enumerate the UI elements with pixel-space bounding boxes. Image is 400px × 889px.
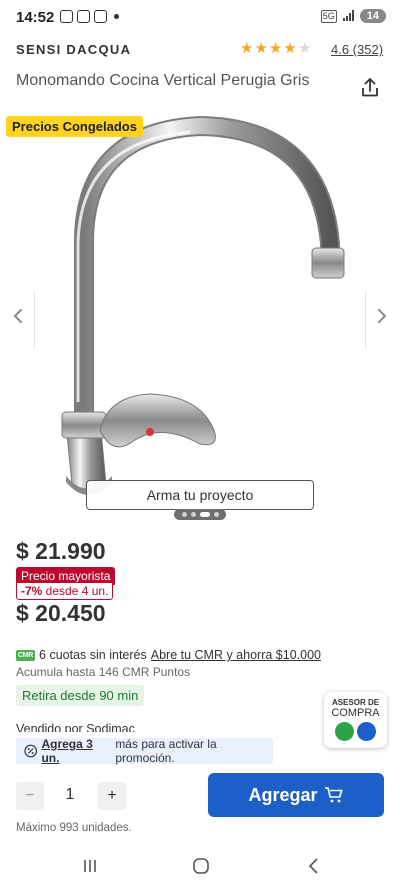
discount-icon (24, 744, 38, 758)
build-project-button[interactable]: Arma tu proyecto (86, 480, 314, 510)
battery-icon: 14 (359, 9, 386, 23)
recent-apps-icon[interactable] (80, 856, 100, 876)
system-nav-bar (0, 846, 400, 889)
quantity-decrease-button[interactable]: − (16, 782, 44, 810)
carousel-dot[interactable] (190, 512, 196, 517)
more-notifications-icon (114, 14, 119, 19)
quantity-increase-button[interactable]: + (98, 782, 126, 810)
cmr-logo: CMR (16, 649, 36, 661)
notification-alert-icon (94, 10, 107, 23)
star-filled-icon: ★ (283, 40, 297, 57)
cart-icon (324, 787, 343, 803)
chevron-right-icon[interactable] (370, 302, 394, 330)
star-filled-icon: ★ (268, 40, 283, 57)
star-empty-icon: ★ (297, 40, 312, 57)
add-to-cart-button[interactable]: Agregar (208, 773, 384, 817)
cmr-installments-text: 6 cuotas sin interés (39, 648, 147, 662)
home-icon[interactable] (191, 856, 211, 876)
star-filled-icon: ★ (240, 40, 254, 57)
wholesale-price: $ 20.450 (16, 600, 106, 626)
promotion-banner: Agrega 3 un. más para activar la promoci… (16, 737, 273, 765)
quantity-value[interactable]: 1 (60, 786, 80, 804)
share-icon[interactable] (358, 76, 382, 100)
carousel-dot[interactable] (181, 512, 187, 517)
carousel-dot[interactable] (213, 512, 219, 517)
divider (34, 290, 35, 350)
rating-count-link[interactable]: 4.6 (352) (331, 42, 383, 57)
promotion-add-link[interactable]: Agrega 3 un. (41, 737, 111, 765)
back-icon[interactable] (304, 856, 324, 876)
status-right: 5G 14 (320, 9, 386, 23)
advisor-label-2: COMPRA (331, 707, 380, 719)
product-title: Monomando Cocina Vertical Perugia Gris (16, 72, 310, 89)
hot-indicator (146, 428, 154, 436)
network-type-icon: 5G (320, 9, 337, 23)
promotion-text: más para activar la promoción. (115, 737, 217, 765)
pickup-info: Retira desde 90 min (16, 685, 145, 706)
wholesale-discount: -7% (21, 584, 43, 598)
wholesale-condition: -7% desde 4 un. (16, 582, 114, 600)
carousel-indicator[interactable] (174, 509, 226, 520)
status-bar: 14:52 5G 14 (0, 0, 400, 36)
product-image[interactable] (0, 112, 400, 522)
star-filled-icon: ★ (254, 40, 268, 57)
frozen-price-badge: Precios Congelados (6, 116, 143, 137)
cmr-points: Acumula hasta 146 CMR Puntos (16, 665, 191, 679)
wholesale-quantity: desde 4 un. (42, 584, 109, 598)
chevron-left-icon[interactable] (6, 302, 30, 330)
price: $ 21.990 (16, 538, 106, 564)
carousel-dot-active[interactable] (199, 512, 210, 517)
shopping-advisor-button[interactable]: ASESOR DE COMPRA (324, 692, 387, 748)
divider (365, 290, 366, 350)
video-call-icon[interactable] (357, 722, 376, 741)
cmr-installments: CMR 6 cuotas sin interés Abre tu CMR y a… (16, 648, 321, 662)
brand-name[interactable]: SENSI DACQUA (16, 42, 131, 57)
notification-icons (60, 10, 119, 23)
rating-stars[interactable]: ★ ★ ★ ★ ★ (240, 40, 311, 57)
status-time: 14:52 (16, 9, 55, 26)
advisor-label: ASESOR DE (331, 698, 380, 707)
notification-screenshot-icon (77, 10, 90, 23)
signal-icon (342, 10, 354, 21)
whatsapp-icon[interactable] (335, 722, 354, 741)
cmr-open-link[interactable]: Abre tu CMR y ahorra $10.000 (151, 648, 321, 662)
notification-app-icon (60, 10, 73, 23)
max-units-note: Máximo 993 unidades. (16, 822, 132, 834)
add-to-cart-label: Agregar (248, 784, 318, 805)
seller-info[interactable]: Vendido por Sodimac (16, 722, 216, 732)
